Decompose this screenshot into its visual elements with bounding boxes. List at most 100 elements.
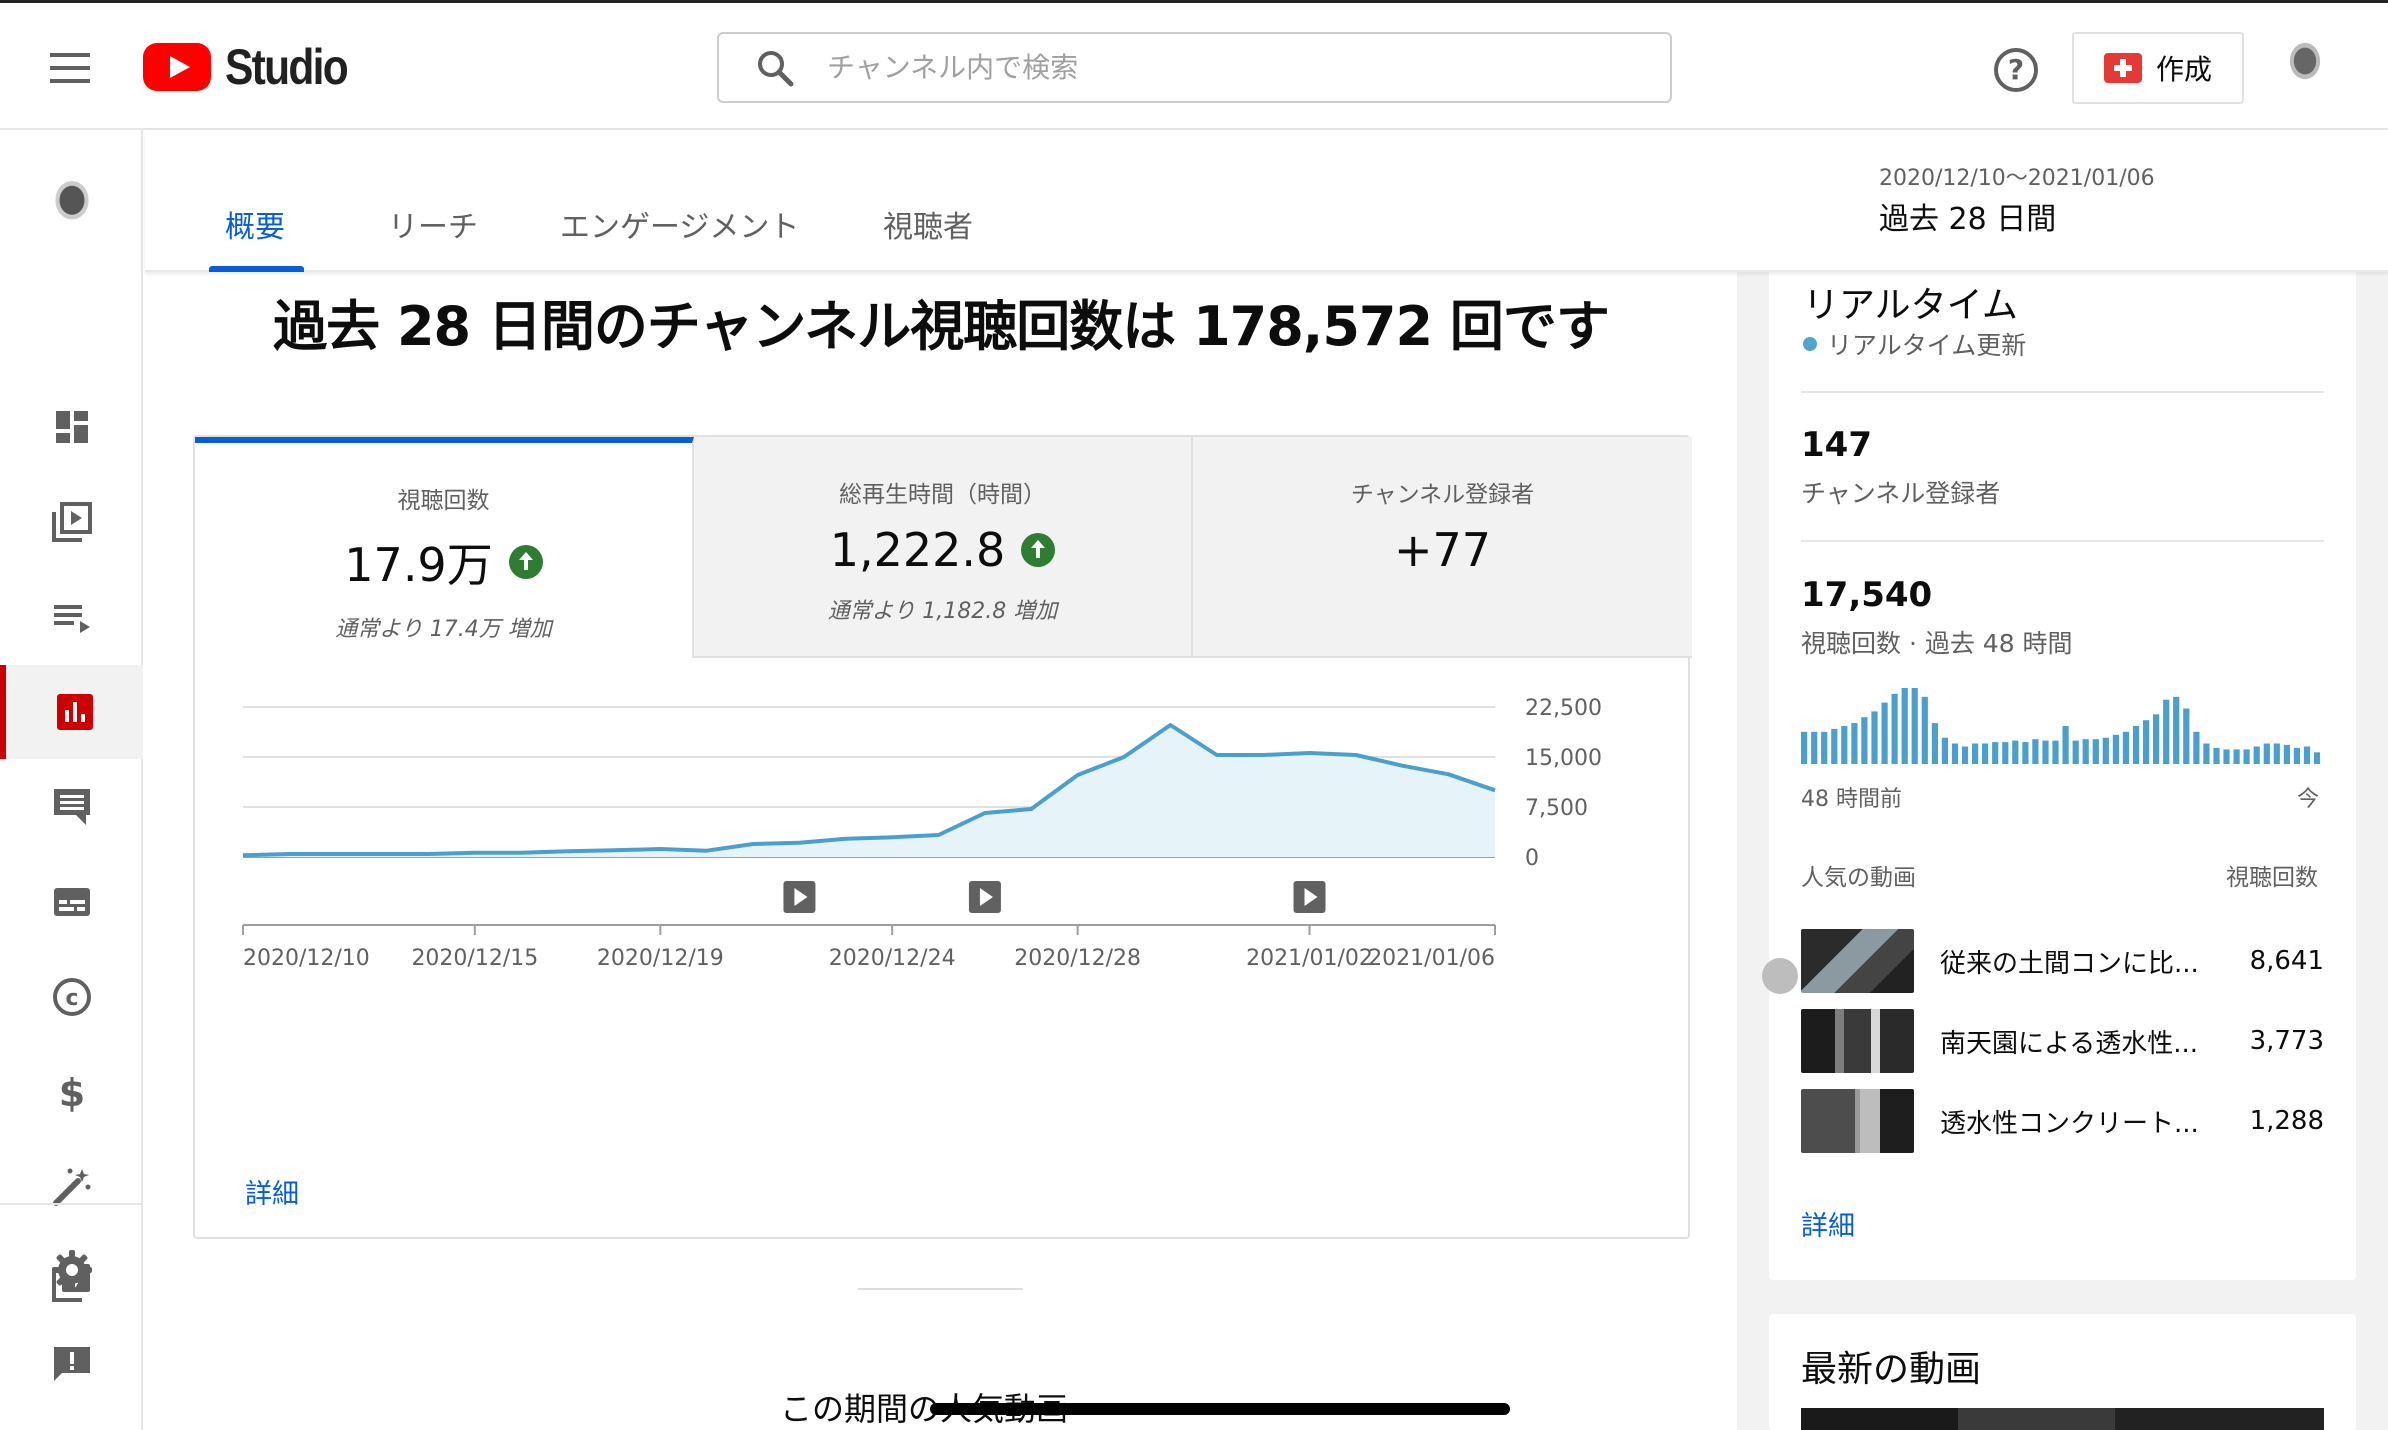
arrow-up-icon [1021, 533, 1056, 567]
date-range-label[interactable]: 過去 28 日間 [1879, 194, 2056, 238]
latest-video-thumbnail[interactable] [1801, 1408, 2324, 1430]
hourly-bar [2032, 739, 2039, 764]
hourly-bar [2122, 731, 2129, 764]
hourly-bar [2143, 720, 2150, 764]
hourly-bar [2213, 747, 2220, 764]
hourly-bar [2042, 740, 2049, 764]
sidebar-item-comments[interactable] [0, 760, 143, 854]
realtime-subscribers-label: チャンネル登録者 [1801, 479, 2001, 508]
create-button[interactable]: 作成 [2072, 32, 2244, 104]
tab-overview[interactable]: 概要 [225, 202, 285, 270]
hourly-bar [1992, 742, 1999, 764]
metric-title: チャンネル登録者 [1350, 482, 1535, 508]
metrics-card: 視聴回数 17.9万 通常より 17.4万 増加 総再生時間（時間） 1,222… [193, 435, 1692, 1239]
settings-icon [51, 1250, 92, 1290]
hourly-bar [2283, 745, 2290, 764]
dashboard-icon [55, 411, 88, 443]
sidebar-item-settings[interactable] [0, 1223, 143, 1317]
video-thumbnail [1801, 1089, 1914, 1153]
tab-audience[interactable]: 視聴者 [883, 202, 973, 270]
sidebar-item-monetization[interactable]: $ [0, 1045, 143, 1139]
x-tick-label: 2021/01/02 [1246, 946, 1373, 971]
tab-reach[interactable]: リーチ [388, 202, 478, 270]
hourly-bar [1821, 731, 1828, 764]
sidebar-item-copyright[interactable]: c [0, 950, 143, 1044]
video-thumbnail [1801, 1009, 1914, 1073]
hourly-bar [2303, 746, 2311, 764]
hourly-bar [2293, 747, 2300, 764]
hourly-bar [2022, 742, 2029, 764]
menu-icon[interactable] [50, 53, 90, 83]
search-icon[interactable] [755, 48, 795, 88]
svg-text:$: $ [58, 1071, 84, 1114]
subtitles-icon [53, 888, 90, 916]
hourly-bar [1811, 731, 1818, 764]
metric-title: 総再生時間（時間） [839, 482, 1046, 508]
search-input[interactable] [827, 51, 1647, 84]
divider [1801, 540, 2324, 542]
date-range-text[interactable]: 2020/12/10〜2021/01/06 [1879, 160, 2155, 192]
metric-comparison: 通常より 17.4万 増加 [335, 617, 552, 642]
metric-value-row: 1,222.8 [694, 523, 1191, 577]
popular-video-row[interactable]: 透水性コンクリート... 1,288 [1801, 1089, 2324, 1153]
hourly-bar [1951, 743, 1959, 764]
feedback-icon [53, 1347, 90, 1381]
tab-engagement[interactable]: エンゲージメント [560, 202, 799, 270]
home-indicator [930, 1403, 1510, 1415]
metric-value-row: 17.9万 [195, 529, 692, 595]
main-content: 過去 28 日間のチャンネル視聴回数は 178,572 回です 視聴回数 17.… [145, 272, 1737, 1430]
realtime-detail-link[interactable]: 詳細 [1801, 1204, 1855, 1243]
svg-text:c: c [65, 986, 78, 1011]
video-views: 1,288 [2249, 1106, 2324, 1136]
hourly-bar [1941, 737, 1948, 764]
popular-video-row[interactable]: 南天園による透水性... 3,773 [1801, 1009, 2324, 1073]
help-icon[interactable]: ? [1994, 48, 2038, 92]
analytics-icon [56, 694, 93, 730]
metric-value: +77 [1393, 523, 1492, 577]
y-tick-label: 22,500 [1525, 696, 1602, 721]
studio-logo[interactable]: Studio [143, 39, 369, 95]
popular-video-row[interactable]: 従来の土間コンに比... 8,641 [1801, 929, 2324, 993]
metric-tab-subscribers[interactable]: チャンネル登録者 +77 [1193, 437, 1692, 658]
x-tick-label: 2021/01/06 [1368, 946, 1495, 971]
realtime-subscribers: 147 [1801, 425, 1872, 465]
active-tab-indicator [209, 266, 304, 272]
analytics-tabs-bar: 概要 リーチ エンゲージメント 視聴者 2020/12/10〜2021/01/0… [145, 132, 2388, 272]
views-line-chart: 22,500 15,000 7,500 0 2020/12/10 2020/12/15 20… [242, 696, 1602, 971]
sidebar-item-subtitles[interactable] [0, 855, 143, 949]
hourly-bar [2263, 743, 2270, 764]
hourly-bar [1891, 693, 1898, 764]
hourly-bar [1851, 723, 1858, 764]
scroll-indicator[interactable] [1762, 958, 1798, 994]
hourly-bar [1911, 688, 1918, 764]
metric-tab-views[interactable]: 視聴回数 17.9万 通常より 17.4万 増加 [195, 437, 694, 658]
hourly-bar [2183, 708, 2190, 764]
sidebar-divider [0, 1203, 143, 1205]
latest-video-title: 最新の動画 [1801, 1349, 1982, 1390]
sidebar-item-analytics[interactable] [0, 665, 143, 759]
detail-link[interactable]: 詳細 [245, 1172, 299, 1211]
account-avatar[interactable] [2270, 33, 2340, 103]
sidebar-item-customization[interactable] [0, 1140, 143, 1234]
hourly-bar [2052, 740, 2059, 764]
hourly-bar [1861, 717, 1868, 764]
hourly-bar [2313, 752, 2321, 764]
live-dot-icon [1803, 337, 1817, 351]
channel-avatar[interactable] [36, 170, 108, 242]
dollar-icon: $ [58, 1071, 84, 1114]
x-tick-label: 2020/12/15 [411, 946, 538, 971]
logo-text: Studio [225, 39, 349, 95]
hourly-bar [1881, 702, 1888, 764]
sidebar-item-dashboard[interactable] [0, 380, 143, 474]
realtime-views: 17,540 [1801, 575, 1933, 615]
metric-tab-watch-time[interactable]: 総再生時間（時間） 1,222.8 通常より 1,182.8 増加 [694, 437, 1193, 658]
sidebar-item-feedback[interactable] [0, 1318, 143, 1412]
hourly-bar [1972, 743, 1979, 764]
hourly-bar [2002, 742, 2009, 764]
x-tick-label: 2020/12/28 [1014, 946, 1141, 971]
sidebar-item-playlists[interactable] [0, 570, 143, 664]
hourly-bar [2173, 696, 2180, 764]
search-box[interactable] [717, 32, 1672, 103]
sidebar-item-content[interactable] [0, 475, 143, 569]
video-views: 3,773 [2249, 1026, 2324, 1056]
